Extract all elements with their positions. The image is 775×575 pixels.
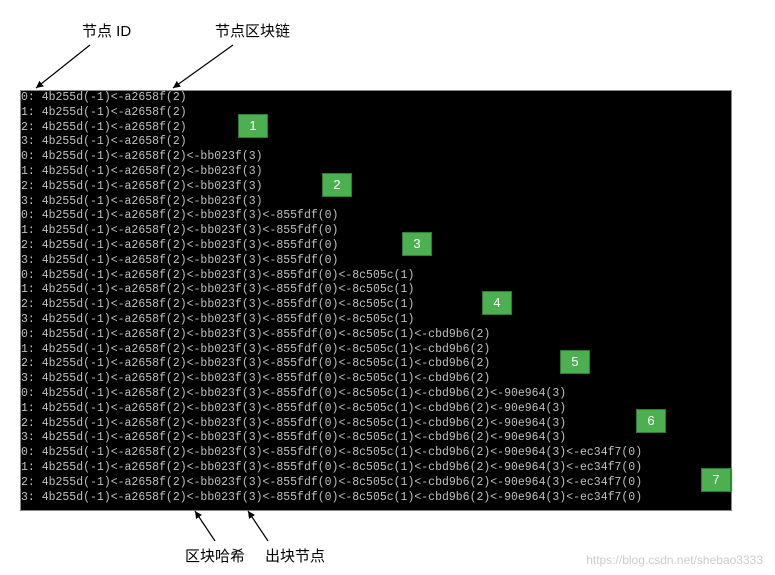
terminal-line: 2: 4b255d(-1)<-a2658f(2)<-bb023f(3)<-855… <box>21 298 731 313</box>
terminal-line: 2: 4b255d(-1)<-a2658f(2)<-bb023f(3) <box>21 180 731 195</box>
arrow-producer-node <box>240 506 280 546</box>
badge-2: 2 <box>322 173 352 197</box>
badge-4: 4 <box>482 291 512 315</box>
label-producer-node: 出块节点 <box>265 545 325 566</box>
badge-1: 1 <box>238 114 268 138</box>
terminal-line: 1: 4b255d(-1)<-a2658f(2)<-bb023f(3)<-855… <box>21 461 731 476</box>
terminal-line: 1: 4b255d(-1)<-a2658f(2) <box>21 106 731 121</box>
terminal-line: 3: 4b255d(-1)<-a2658f(2)<-bb023f(3)<-855… <box>21 313 731 328</box>
terminal-line: 2: 4b255d(-1)<-a2658f(2)<-bb023f(3)<-855… <box>21 417 731 432</box>
badge-3: 3 <box>402 232 432 256</box>
terminal-line: 3: 4b255d(-1)<-a2658f(2)<-bb023f(3) <box>21 195 731 210</box>
arrow-node-id <box>30 40 100 95</box>
terminal-line: 3: 4b255d(-1)<-a2658f(2)<-bb023f(3)<-855… <box>21 431 731 446</box>
terminal-line: 0: 4b255d(-1)<-a2658f(2) <box>21 91 731 106</box>
badge-7: 7 <box>701 468 731 492</box>
terminal-line: 3: 4b255d(-1)<-a2658f(2) <box>21 135 731 150</box>
terminal-line: 1: 4b255d(-1)<-a2658f(2)<-bb023f(3)<-855… <box>21 224 731 239</box>
terminal-line: 2: 4b255d(-1)<-a2658f(2)<-bb023f(3)<-855… <box>21 239 731 254</box>
terminal-line: 0: 4b255d(-1)<-a2658f(2)<-bb023f(3)<-855… <box>21 209 731 224</box>
terminal-line: 3: 4b255d(-1)<-a2658f(2)<-bb023f(3)<-855… <box>21 372 731 387</box>
terminal-line: 3: 4b255d(-1)<-a2658f(2)<-bb023f(3)<-855… <box>21 254 731 269</box>
arrow-node-blockchain <box>165 40 245 95</box>
terminal-line: 1: 4b255d(-1)<-a2658f(2)<-bb023f(3)<-855… <box>21 343 731 358</box>
terminal-line: 3: 4b255d(-1)<-a2658f(2)<-bb023f(3)<-855… <box>21 491 731 506</box>
label-node-id: 节点 ID <box>82 20 131 41</box>
badge-5: 5 <box>560 350 590 374</box>
terminal-line: 0: 4b255d(-1)<-a2658f(2)<-bb023f(3) <box>21 150 731 165</box>
terminal-line: 2: 4b255d(-1)<-a2658f(2)<-bb023f(3)<-855… <box>21 476 731 491</box>
label-block-hash: 区块哈希 <box>185 545 245 566</box>
terminal-line: 1: 4b255d(-1)<-a2658f(2)<-bb023f(3)<-855… <box>21 283 731 298</box>
watermark: https://blog.csdn.net/shebao3333 <box>586 553 763 567</box>
terminal-line: 0: 4b255d(-1)<-a2658f(2)<-bb023f(3)<-855… <box>21 446 731 461</box>
label-node-blockchain: 节点区块链 <box>215 20 290 41</box>
arrow-block-hash <box>185 506 225 546</box>
terminal-line: 0: 4b255d(-1)<-a2658f(2)<-bb023f(3)<-855… <box>21 328 731 343</box>
badge-6: 6 <box>636 409 666 433</box>
terminal-line: 1: 4b255d(-1)<-a2658f(2)<-bb023f(3)<-855… <box>21 402 731 417</box>
terminal-output: 0: 4b255d(-1)<-a2658f(2)1: 4b255d(-1)<-a… <box>20 90 732 511</box>
terminal-line: 2: 4b255d(-1)<-a2658f(2)<-bb023f(3)<-855… <box>21 357 731 372</box>
terminal-line: 0: 4b255d(-1)<-a2658f(2)<-bb023f(3)<-855… <box>21 387 731 402</box>
terminal-line: 2: 4b255d(-1)<-a2658f(2) <box>21 121 731 136</box>
terminal-line: 1: 4b255d(-1)<-a2658f(2)<-bb023f(3) <box>21 165 731 180</box>
terminal-line: 0: 4b255d(-1)<-a2658f(2)<-bb023f(3)<-855… <box>21 269 731 284</box>
